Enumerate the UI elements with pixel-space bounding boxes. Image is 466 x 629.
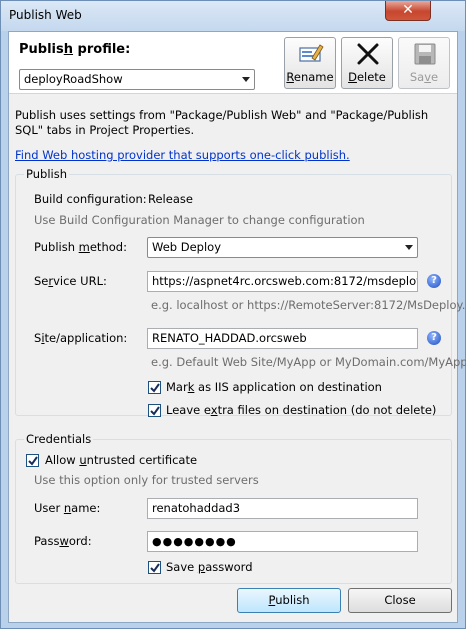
service-url-hint: e.g. localhost or https://RemoteServer:8… — [151, 298, 466, 312]
delete-button[interactable]: Delete — [341, 37, 393, 89]
user-name-label: User name: — [34, 501, 101, 515]
publish-profile-label: Publish profile: — [19, 42, 131, 57]
hosting-provider-link[interactable]: Find Web hosting provider that supports … — [15, 148, 350, 162]
checkmark-icon — [150, 383, 160, 393]
user-name-input[interactable]: renatohaddad3 — [147, 498, 418, 519]
title-bar[interactable]: Publish Web ✕ — [1, 1, 465, 31]
rename-button[interactable]: Rename — [284, 37, 336, 89]
allow-untrusted-certificate-checkbox[interactable] — [26, 454, 39, 467]
save-password-label[interactable]: Save password — [166, 560, 253, 574]
floppy-disk-icon — [414, 43, 436, 65]
checkmark-icon — [150, 563, 160, 573]
build-configuration-value: Release — [148, 192, 193, 206]
rename-button-label: Rename — [286, 70, 334, 84]
publish-method-select[interactable]: Web Deploy — [147, 237, 418, 258]
credentials-group-title: Credentials — [24, 432, 94, 446]
publish-method-value: Web Deploy — [152, 240, 221, 254]
allow-untrusted-certificate-label[interactable]: Allow untrusted certificate — [45, 453, 197, 467]
service-url-input[interactable]: https://aspnet4rc.orcsweb.com:8172/msdep… — [147, 271, 418, 292]
allow-untrusted-certificate-hint: Use this option only for trusted servers — [34, 473, 259, 487]
site-application-label: Site/application: — [34, 331, 128, 345]
close-button[interactable]: Close — [348, 588, 452, 613]
mark-iis-application-checkbox[interactable] — [148, 381, 161, 394]
save-button[interactable]: Save — [398, 37, 450, 89]
window-title: Publish Web — [9, 8, 82, 22]
info-text: Publish uses settings from "Package/Publ… — [15, 108, 429, 137]
publish-profile-select[interactable]: deployRoadShow — [19, 69, 255, 90]
dialog-client-area: Publish profile: deployRoadShow Rename D… — [8, 31, 466, 623]
delete-x-icon — [357, 43, 379, 65]
chevron-down-icon — [242, 77, 250, 82]
checkmark-icon — [150, 406, 160, 416]
checkmark-icon — [28, 456, 38, 466]
site-application-input[interactable]: RENATO_HADDAD.orcsweb — [147, 328, 418, 349]
publish-web-dialog: Publish Web ✕ Publish profile: deployRoa… — [0, 0, 466, 629]
save-button-label: Save — [409, 70, 439, 84]
rename-icon — [299, 44, 324, 62]
save-password-checkbox[interactable] — [148, 561, 161, 574]
password-label: Password: — [34, 534, 92, 548]
publish-button[interactable]: Publish — [237, 588, 341, 613]
window-close-button[interactable]: ✕ — [385, 1, 431, 21]
site-application-help-icon[interactable]: ? — [427, 331, 441, 345]
publish-profile-value: deployRoadShow — [24, 72, 123, 86]
build-configuration-hint: Use Build Configuration Manager to chang… — [34, 213, 365, 227]
mark-iis-application-label[interactable]: Mark as IIS application on destination — [166, 380, 382, 394]
delete-button-label: Delete — [348, 70, 386, 84]
service-url-label: Service URL: — [34, 274, 107, 288]
credentials-group: Credentials Allow untrusted certificate … — [15, 432, 452, 584]
publish-group: Publish Build configuration: Release Use… — [15, 167, 466, 417]
chevron-down-icon — [405, 245, 413, 250]
publish-group-title: Publish — [24, 167, 69, 181]
build-configuration-label: Build configuration: — [34, 192, 147, 206]
leave-extra-files-label[interactable]: Leave extra files on destination (do not… — [166, 403, 436, 417]
profile-header: Publish profile: deployRoadShow Rename D… — [9, 32, 457, 94]
site-application-hint: e.g. Default Web Site/MyApp or MyDomain.… — [151, 355, 466, 369]
service-url-help-icon[interactable]: ? — [427, 274, 441, 288]
password-input[interactable]: ●●●●●●●● — [147, 531, 418, 552]
leave-extra-files-checkbox[interactable] — [148, 404, 161, 417]
publish-method-label: Publish method: — [34, 240, 127, 254]
